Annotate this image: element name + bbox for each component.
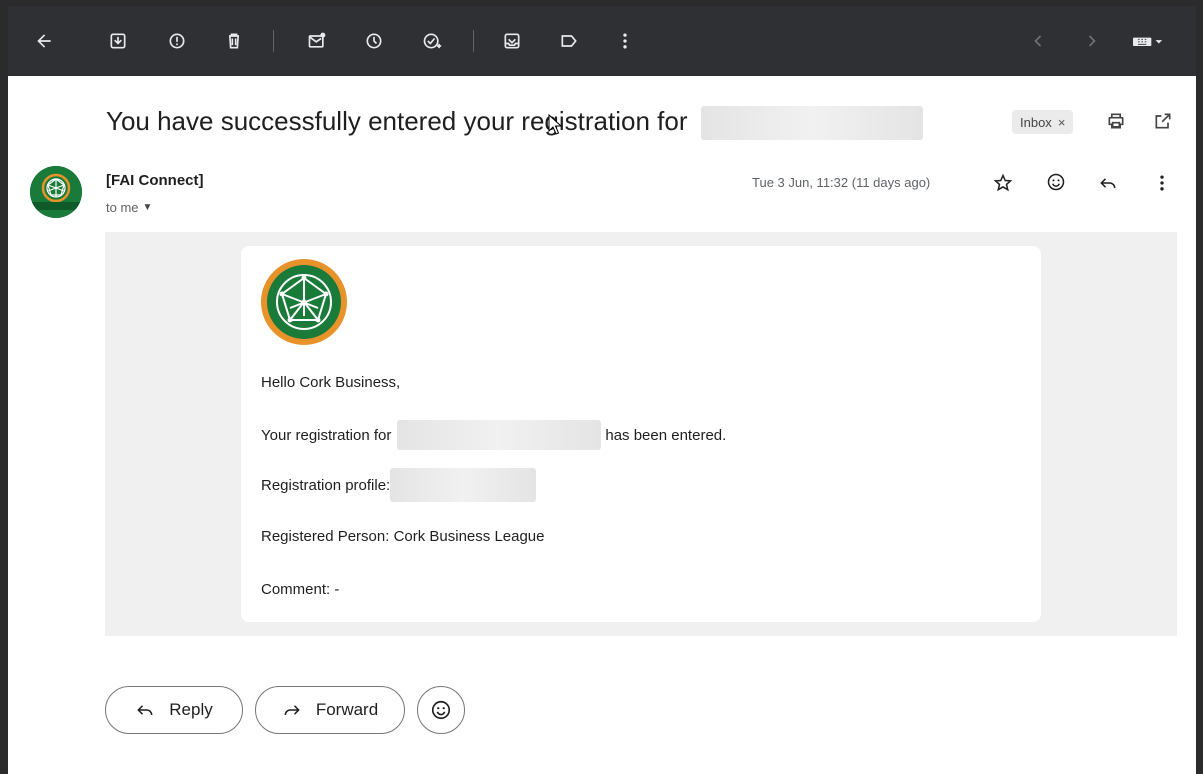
mark-unread-icon[interactable]: [303, 27, 331, 55]
emoji-react-button[interactable]: [417, 686, 465, 734]
remove-label-icon[interactable]: ×: [1058, 115, 1066, 130]
snooze-icon[interactable]: [360, 27, 388, 55]
toolbar: [8, 6, 1196, 76]
comment-line: Comment: -: [261, 581, 340, 598]
star-icon[interactable]: [990, 170, 1016, 196]
sender-avatar[interactable]: [30, 166, 82, 218]
message-more-icon[interactable]: [1149, 170, 1175, 196]
sender-name: [FAI Connect]: [106, 172, 204, 189]
label-text: Inbox: [1020, 114, 1052, 130]
subject-text: You have successfully entered your regis…: [106, 106, 688, 136]
recipient-text: to me: [106, 200, 139, 215]
report-spam-icon[interactable]: [163, 27, 191, 55]
forward-button[interactable]: Forward: [255, 686, 405, 734]
recipient-details-caret-icon[interactable]: ▼: [143, 202, 153, 213]
move-to-icon[interactable]: [498, 27, 526, 55]
open-new-window-icon[interactable]: [1150, 108, 1176, 134]
add-to-tasks-icon[interactable]: [418, 27, 446, 55]
redacted-block: [397, 420, 602, 450]
email-panel: You have successfully entered your regis…: [8, 76, 1196, 774]
registration-line: Your registration for has been entered.: [261, 420, 726, 450]
delete-icon[interactable]: [220, 27, 248, 55]
window-frame: You have successfully entered your regis…: [0, 0, 1203, 774]
registration-prefix: Your registration for: [261, 426, 392, 444]
email-body: Hello Cork Business, Your registration f…: [105, 232, 1177, 636]
profile-label: Registration profile:: [261, 476, 391, 494]
recipient-line: to me ▼: [106, 200, 152, 215]
toolbar-divider: [273, 30, 274, 52]
profile-line: Registration profile:: [261, 468, 537, 502]
reply-button[interactable]: Reply: [105, 686, 243, 734]
label-icon[interactable]: [555, 27, 583, 55]
print-icon[interactable]: [1103, 108, 1129, 134]
newer-icon[interactable]: [1024, 27, 1052, 55]
emoji-reaction-icon[interactable]: [1043, 169, 1069, 195]
archive-icon[interactable]: [104, 27, 132, 55]
older-icon[interactable]: [1078, 27, 1106, 55]
registration-suffix: has been entered.: [605, 426, 727, 444]
mouse-cursor-icon: [548, 114, 562, 135]
redacted-block: [390, 468, 537, 502]
greeting-line: Hello Cork Business,: [261, 374, 401, 391]
toolbar-divider: [473, 30, 474, 52]
inbox-label-chip[interactable]: Inbox ×: [1012, 110, 1074, 134]
message-card: Hello Cork Business, Your registration f…: [241, 246, 1041, 622]
back-arrow-icon[interactable]: [30, 27, 58, 55]
registered-person-line: Registered Person: Cork Business League: [261, 528, 545, 545]
reply-label: Reply: [169, 700, 213, 719]
email-date: Tue 3 Jun, 11:32 (11 days ago): [752, 175, 931, 190]
emoji-icon: [431, 700, 451, 720]
redacted-block: [701, 106, 924, 141]
email-subject: You have successfully entered your regis…: [106, 106, 924, 141]
keyboard-icon[interactable]: [1126, 27, 1170, 55]
more-vert-icon[interactable]: [611, 27, 639, 55]
forward-label: Forward: [315, 700, 379, 719]
reply-icon: [137, 705, 153, 716]
reply-icon[interactable]: [1095, 170, 1121, 196]
forward-icon: [284, 705, 300, 716]
fai-connect-logo: [260, 258, 348, 346]
